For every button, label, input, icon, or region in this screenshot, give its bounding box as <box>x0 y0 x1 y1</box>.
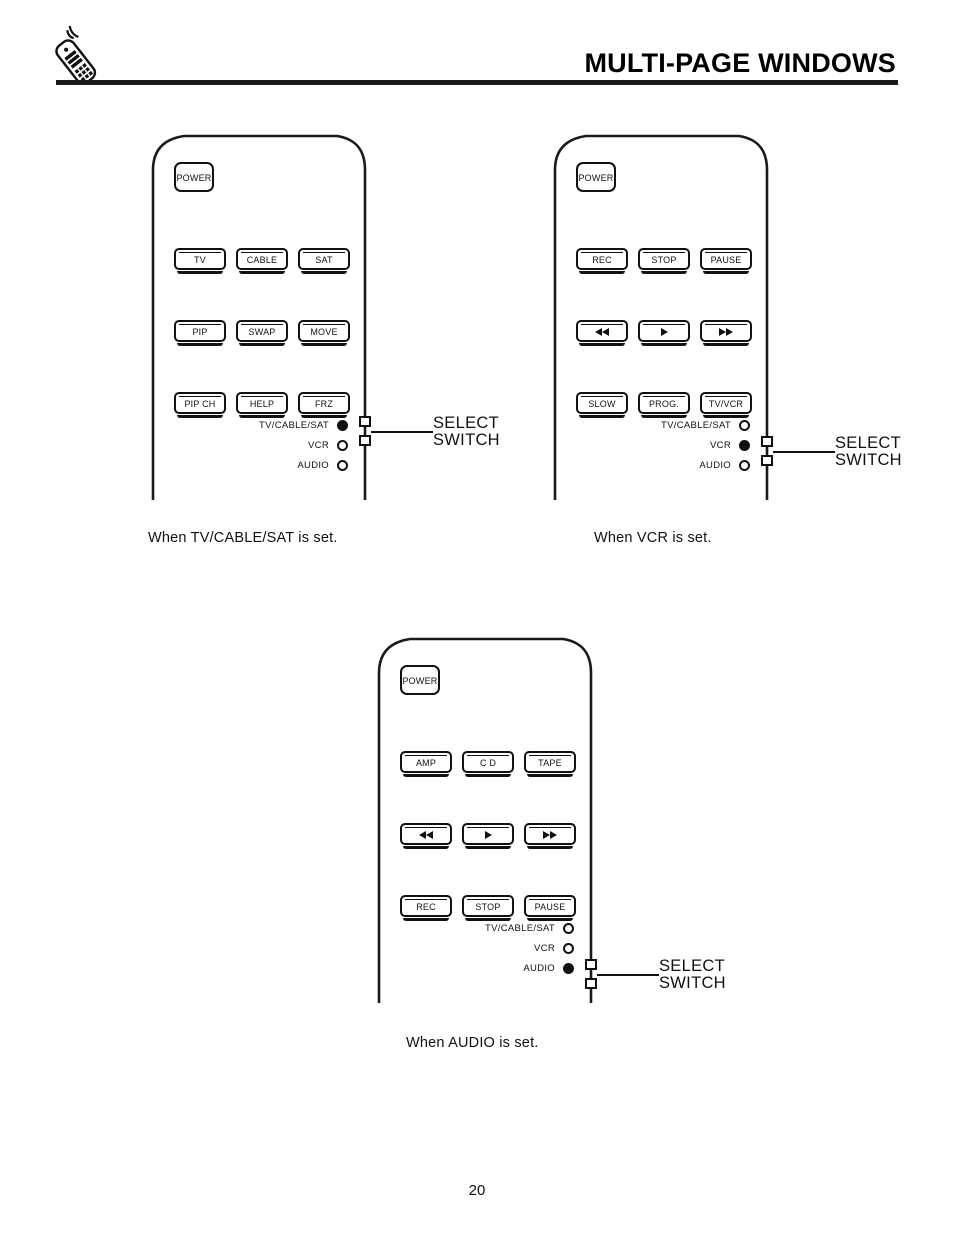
select-switch-callout-line1: SELECT <box>433 414 499 432</box>
select-switch-lower-notch <box>761 455 773 466</box>
header-divider <box>56 80 898 85</box>
mode-indicator-dot-selected <box>563 963 574 974</box>
play-icon <box>660 328 668 336</box>
power-button-label: POWER <box>402 675 438 686</box>
mode-indicator-label: AUDIO <box>297 460 329 471</box>
play-icon <box>484 831 492 839</box>
mode-indicator-dot <box>563 923 574 934</box>
mode-indicator-label: TV/CABLE/SAT <box>259 420 329 431</box>
rewind-icon <box>594 328 610 336</box>
select-switch-leader-line <box>597 974 659 976</box>
mode-indicator-dot-selected <box>337 420 348 431</box>
button-label: REC <box>592 254 612 265</box>
button-label: TAPE <box>538 757 562 768</box>
button-label: FRZ <box>314 398 334 409</box>
button-label: MOVE <box>310 326 338 337</box>
select-switch-callout-line2: SWITCH <box>433 431 500 449</box>
power-button-label: POWER <box>176 172 212 183</box>
button-label: STOP <box>475 901 501 912</box>
button-label: TV/VCR <box>708 398 744 409</box>
page-header: MULTI-PAGE WINDOWS <box>0 0 954 100</box>
button-label: SLOW <box>588 398 616 409</box>
rewind-icon <box>418 831 434 839</box>
fast-forward-icon <box>718 328 734 336</box>
button-label: PIP CH <box>184 398 216 409</box>
power-button-label: POWER <box>578 172 614 183</box>
button-label: PIP <box>192 326 208 337</box>
button-label: HELP <box>249 398 275 409</box>
mode-indicator: TV/CABLE/SAT <box>259 420 348 431</box>
mode-indicator: TV/CABLE/SAT <box>485 923 574 934</box>
select-switch-lower-notch <box>359 435 371 446</box>
mode-indicator: AUDIO <box>297 460 348 471</box>
button-label: REC <box>416 901 436 912</box>
select-switch-callout-line2: SWITCH <box>835 451 902 469</box>
mode-indicator-label: VCR <box>308 440 329 451</box>
mode-indicator-dot <box>739 420 750 431</box>
select-switch-upper-notch <box>359 416 371 427</box>
remote-control-signal-icon <box>48 25 120 85</box>
remote-tv-cable-sat: POWER TV CABLE SAT PIP SWAP MOVE PIP CH HELP FRZ T… <box>150 130 615 500</box>
button-label: PAUSE <box>710 254 742 265</box>
select-switch-callout: SELECT SWITCH <box>659 958 726 992</box>
mode-indicator-dot-selected <box>739 440 750 451</box>
button-label: AMP <box>415 757 437 768</box>
mode-indicator-label: TV/CABLE/SAT <box>661 420 731 431</box>
mode-indicator-label: AUDIO <box>523 963 555 974</box>
page-number: 20 <box>468 1182 486 1199</box>
mode-indicator-group: TV/CABLE/SAT VCR AUDIO <box>150 130 365 500</box>
select-switch-lower-notch <box>585 978 597 989</box>
mode-indicator-group: TV/CABLE/SAT VCR AUDIO <box>376 633 591 1003</box>
button-label: PAUSE <box>534 901 566 912</box>
mode-indicator-dot <box>337 440 348 451</box>
select-switch-upper-notch <box>585 959 597 970</box>
mode-indicator: VCR <box>534 943 574 954</box>
button-label: SWAP <box>248 326 276 337</box>
select-switch-callout: SELECT SWITCH <box>433 415 500 449</box>
select-switch-callout: SELECT SWITCH <box>835 435 902 469</box>
mode-indicator-dot <box>563 943 574 954</box>
button-label: STOP <box>651 254 677 265</box>
select-switch-upper-notch <box>761 436 773 447</box>
remote-caption: When TV/CABLE/SAT is set. <box>148 530 338 546</box>
mode-indicator: VCR <box>710 440 750 451</box>
button-label: TV <box>194 254 206 265</box>
select-switch-callout-line1: SELECT <box>659 957 725 975</box>
remote-caption: When AUDIO is set. <box>406 1035 539 1051</box>
select-switch-leader-line <box>371 431 433 433</box>
mode-indicator-label: VCR <box>710 440 731 451</box>
mode-indicator-label: TV/CABLE/SAT <box>485 923 555 934</box>
mode-indicator: AUDIO <box>699 460 750 471</box>
select-switch-callout-line1: SELECT <box>835 434 901 452</box>
button-label: CABLE <box>246 254 278 265</box>
remote-audio: POWER AMP C D TAPE REC STOP PAUSE TV/CABLE/SAT V… <box>376 633 841 1003</box>
remote-caption: When VCR is set. <box>594 530 712 546</box>
select-switch-callout-line2: SWITCH <box>659 974 726 992</box>
mode-indicator-dot <box>337 460 348 471</box>
mode-indicator: TV/CABLE/SAT <box>661 420 750 431</box>
button-label: PROG. <box>648 398 679 409</box>
page-title: MULTI-PAGE WINDOWS <box>584 48 896 78</box>
mode-indicator: VCR <box>308 440 348 451</box>
select-switch-leader-line <box>773 451 835 453</box>
mode-indicator-group: TV/CABLE/SAT VCR AUDIO <box>552 130 767 500</box>
mode-indicator-label: AUDIO <box>699 460 731 471</box>
button-label: C D <box>479 757 497 768</box>
mode-indicator-label: VCR <box>534 943 555 954</box>
button-label: SAT <box>315 254 333 265</box>
remote-vcr: POWER REC STOP PAUSE SLOW PROG. TV/VCR TV/CABLE… <box>552 130 954 500</box>
fast-forward-icon <box>542 831 558 839</box>
mode-indicator-dot <box>739 460 750 471</box>
mode-indicator: AUDIO <box>523 963 574 974</box>
